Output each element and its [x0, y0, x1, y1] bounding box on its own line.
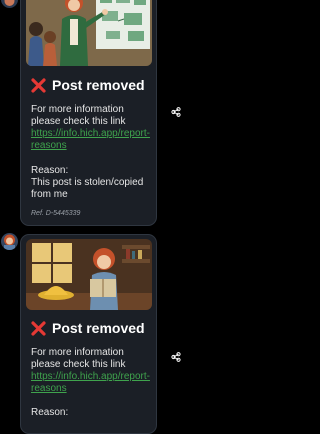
- avatar[interactable]: [1, 0, 18, 8]
- share-icon[interactable]: [171, 104, 181, 117]
- info-block: For more information please check this l…: [31, 104, 153, 152]
- post-card: Post removed For more information please…: [20, 234, 157, 434]
- share-icon[interactable]: [171, 349, 181, 362]
- removed-title: Post removed: [52, 320, 145, 336]
- reason-label: Reason:: [31, 165, 69, 176]
- info-text: For more information please check this l…: [31, 347, 126, 370]
- removed-title: Post removed: [52, 77, 145, 93]
- report-reasons-link[interactable]: https://info.hich.app/report-reasons: [31, 371, 150, 394]
- info-block: For more information please check this l…: [31, 347, 153, 395]
- avatar[interactable]: [1, 233, 18, 250]
- reason-block: Reason:: [31, 407, 153, 419]
- reference-id: Ref. D-5445339: [31, 210, 81, 217]
- post-image[interactable]: [26, 0, 152, 66]
- reason-text: This post is stolen/copied from me: [31, 177, 144, 200]
- reason-block: Reason: This post is stolen/copied from …: [31, 165, 153, 201]
- close-icon: [31, 320, 46, 336]
- close-icon: [31, 77, 46, 93]
- post-image[interactable]: [26, 239, 152, 310]
- removed-header: Post removed: [31, 77, 145, 93]
- report-reasons-link[interactable]: https://info.hich.app/report-reasons: [31, 128, 150, 151]
- removed-header: Post removed: [31, 320, 145, 336]
- post-card: Post removed For more information please…: [20, 0, 157, 226]
- reason-label: Reason:: [31, 407, 69, 418]
- info-text: For more information please check this l…: [31, 104, 126, 127]
- feed: Post removed For more information please…: [0, 0, 256, 434]
